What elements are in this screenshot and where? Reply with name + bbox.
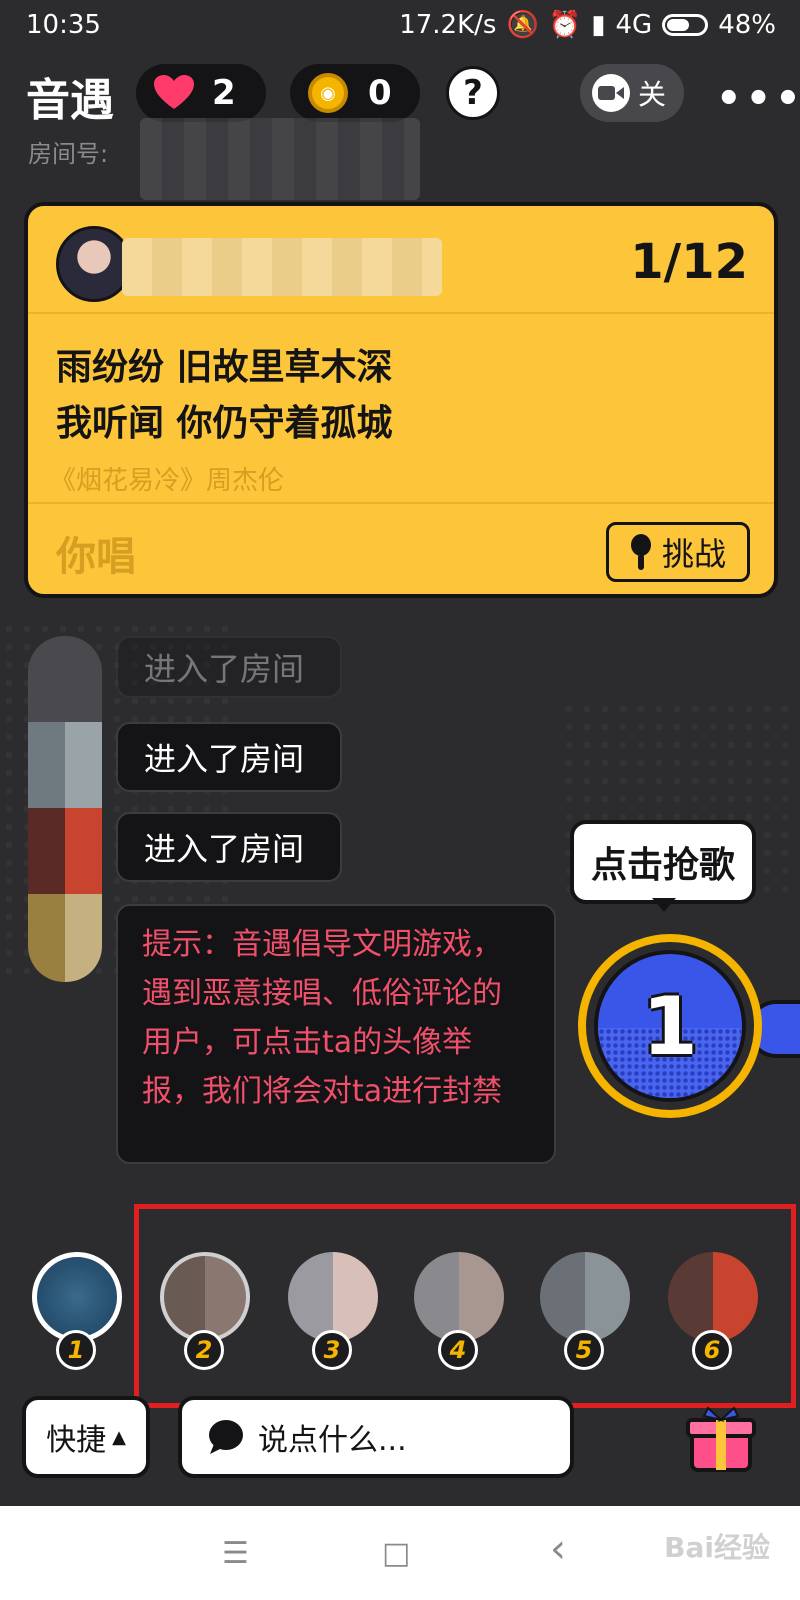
singer-name-blurred bbox=[122, 238, 442, 296]
watermark: Bai经验 bbox=[664, 1531, 770, 1564]
system-tip-message: 提示：音遇倡导文明游戏，遇到恶意接唱、低俗评论的用户，可点击ta的头像举报，我们… bbox=[116, 904, 556, 1164]
network-type: 4G bbox=[615, 10, 653, 40]
grab-song-button[interactable]: 1 bbox=[594, 950, 746, 1102]
quick-label: 快捷 bbox=[46, 1423, 107, 1458]
chat-message: 进入了房间 bbox=[116, 636, 342, 698]
coin-icon: ◉ bbox=[308, 73, 348, 113]
hearts-count: 2 bbox=[212, 73, 236, 113]
challenge-label: 挑战 bbox=[661, 535, 726, 573]
grab-song-bubble: 点击抢歌 bbox=[570, 820, 756, 904]
camera-toggle[interactable]: 关 bbox=[580, 64, 684, 122]
system-nav-bar: ☰ □ ‹ Bai经验 bbox=[0, 1506, 800, 1600]
camera-toggle-label: 关 bbox=[638, 78, 667, 111]
net-speed: 17.2K/s bbox=[399, 10, 497, 40]
chat-message: 进入了房间 bbox=[116, 812, 342, 882]
singer-avatar[interactable] bbox=[56, 226, 132, 302]
video-camera-icon bbox=[592, 74, 630, 112]
more-options-icon[interactable]: ••• bbox=[716, 76, 800, 122]
mute-icon: 🔕 bbox=[506, 10, 539, 40]
help-button[interactable]: ? bbox=[446, 66, 500, 120]
seat-number: 1 bbox=[56, 1330, 96, 1370]
coins-count: 0 bbox=[368, 73, 392, 113]
heart-icon bbox=[154, 75, 194, 109]
divider bbox=[28, 502, 774, 504]
battery-level: 48% bbox=[718, 10, 776, 40]
lyric-line-1: 雨纷纷 旧故里草木深 bbox=[56, 347, 393, 388]
you-sing-label: 你唱 bbox=[56, 534, 136, 580]
room-number-label: 房间号: bbox=[28, 140, 109, 168]
signal-icon: ▮ bbox=[591, 10, 606, 40]
lyric-line-2: 我听闻 你仍守着孤城 bbox=[56, 403, 393, 444]
menu-icon[interactable]: ☰ bbox=[222, 1536, 249, 1571]
chat-input[interactable]: 说点什么... bbox=[178, 1396, 574, 1478]
status-time: 10:35 bbox=[26, 10, 101, 40]
gift-icon[interactable] bbox=[686, 1406, 756, 1472]
challenge-button[interactable]: 挑战 bbox=[606, 522, 750, 582]
chat-message: 进入了房间 bbox=[116, 722, 342, 792]
app-logo: 音遇 bbox=[26, 75, 114, 126]
divider bbox=[28, 312, 774, 314]
speech-bubble-icon bbox=[209, 1420, 243, 1454]
hearts-counter[interactable]: 2 bbox=[136, 64, 266, 122]
battery-icon bbox=[662, 14, 709, 36]
round-counter: 1/12 bbox=[630, 234, 748, 290]
alarm-icon: ⏰ bbox=[548, 10, 582, 40]
chat-input-placeholder: 说点什么... bbox=[258, 1423, 407, 1458]
grab-number: 1 bbox=[642, 980, 698, 1073]
caret-up-icon: ▲ bbox=[112, 1426, 126, 1448]
song-card: 1/12 雨纷纷 旧故里草木深 我听闻 你仍守着孤城 《烟花易冷》周杰伦 你唱 … bbox=[24, 202, 778, 598]
seat-avatar[interactable] bbox=[32, 1252, 122, 1342]
microphone-icon bbox=[630, 534, 651, 570]
song-info: 《烟花易冷》周杰伦 bbox=[50, 466, 285, 496]
chat-avatars-blurred[interactable] bbox=[28, 636, 102, 982]
quick-button[interactable]: 快捷 ▲ bbox=[22, 1396, 150, 1478]
bubble-tail bbox=[652, 898, 676, 912]
coins-counter[interactable]: ◉ 0 bbox=[290, 64, 420, 122]
home-icon[interactable]: □ bbox=[382, 1536, 410, 1571]
back-icon[interactable]: ‹ bbox=[550, 1526, 566, 1572]
status-bar: 10:35 17.2K/s 🔕 ⏰ ▮ 4G 48% bbox=[0, 0, 800, 50]
highlight-box bbox=[134, 1204, 796, 1408]
room-number-blurred bbox=[140, 118, 420, 200]
